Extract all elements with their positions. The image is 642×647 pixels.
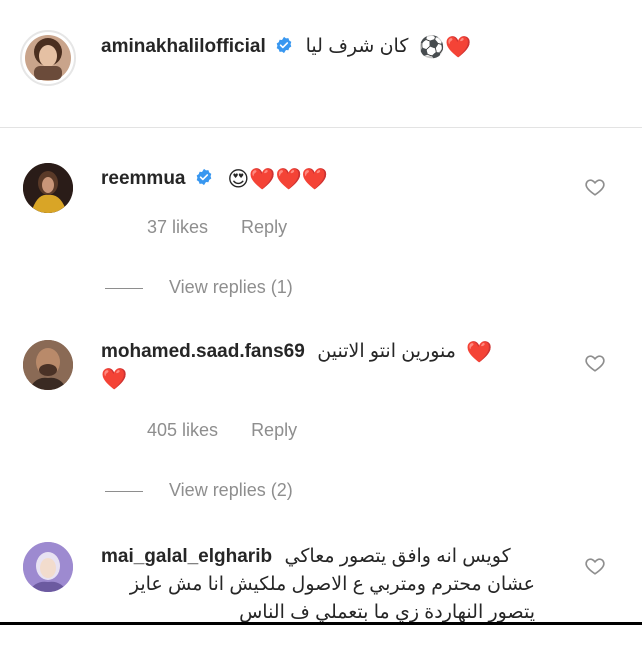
caption-emojis: ⚽❤️ [418,36,472,59]
avatar-image [25,35,71,81]
reply-button[interactable]: Reply [251,420,297,440]
comment-text-line2: عشان محترم ومتربي ع الاصول ملكيش انا مش … [129,574,535,595]
comment-line: mohamed.saad.fans69 منورين انتو الاتنين … [101,340,493,365]
view-replies-label[interactable]: View replies (1) [169,277,293,297]
verified-badge-icon [276,36,292,54]
reply-button[interactable]: Reply [241,217,287,237]
comment-text-line3: يتصور النهاردة زي ما بتعملي ف الناس [239,602,535,623]
avatar-image [23,163,73,213]
comment-text: منورين انتو الاتنين [317,341,456,362]
view-replies-label[interactable]: View replies (2) [169,480,293,500]
like-count[interactable]: 405 likes [147,420,218,440]
avatar[interactable] [23,163,73,213]
avatar-image [23,542,73,592]
divider [105,490,143,492]
comment-meta: 405 likes Reply [147,420,325,441]
like-heart-icon[interactable] [584,176,606,198]
comment-meta: 37 likes Reply [147,217,315,238]
divider [105,287,143,289]
comment-line: mai_galal_elgharib كويس انه وافق يتصور م… [101,545,511,568]
comment-line-2: ❤️ [101,368,127,392]
avatar[interactable] [23,542,73,592]
comment-emojis: ❤️ [466,341,493,364]
like-count[interactable]: 37 likes [147,217,208,237]
caption-line: aminakhalilofficial كان شرف ليا ⚽❤️ [101,35,471,60]
view-replies[interactable]: View replies (1) [105,277,293,298]
view-replies[interactable]: View replies (2) [105,480,293,501]
bottom-divider [0,622,642,625]
verified-badge-icon [196,168,212,186]
comment-username[interactable]: reemmua [101,168,186,189]
comment-text-line1: كويس انه وافق يتصور معاكي [284,546,511,567]
avatar[interactable] [20,30,76,86]
like-heart-icon[interactable] [584,352,606,374]
like-heart-icon[interactable] [584,555,606,577]
comment-username[interactable]: mai_galal_elgharib [101,546,272,567]
comment-emojis: 😍❤️❤️❤️ [227,168,328,191]
caption-text: كان شرف ليا [305,36,409,57]
avatar-image [23,340,73,390]
avatar[interactable] [23,340,73,390]
post-caption: aminakhalilofficial كان شرف ليا ⚽❤️ [0,0,642,128]
comment-line: reemmua 😍❤️❤️❤️ [101,167,328,192]
caption-username[interactable]: aminakhalilofficial [101,36,266,57]
comment-username[interactable]: mohamed.saad.fans69 [101,341,305,362]
comment-emojis-line2: ❤️ [101,368,128,391]
